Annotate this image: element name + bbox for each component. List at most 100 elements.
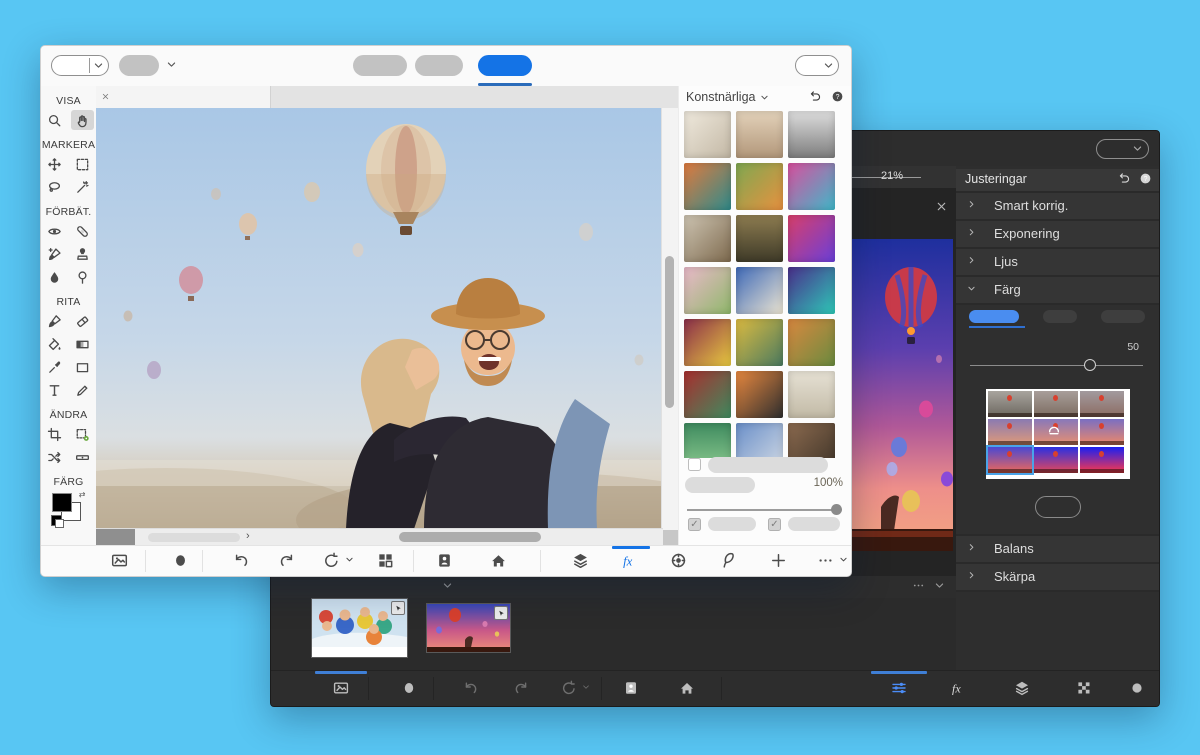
mode-tab-3[interactable] — [478, 55, 532, 76]
vertical-scroll-thumb[interactable] — [665, 256, 674, 408]
mode-tab-2[interactable] — [415, 55, 463, 76]
graphics-icon[interactable] — [720, 552, 737, 569]
swap-colors-icon[interactable]: ⇄ — [79, 490, 86, 499]
adjustment-section-exponering[interactable]: Exponering — [956, 221, 1159, 249]
variation-1[interactable] — [988, 391, 1032, 417]
variation-3[interactable] — [1080, 391, 1124, 417]
sponge-tool[interactable] — [71, 267, 94, 287]
filter-thumb-great-wave[interactable] — [736, 267, 783, 314]
close-image-icon[interactable] — [935, 200, 948, 218]
home-icon[interactable] — [679, 680, 695, 696]
marquee-tool[interactable] — [71, 154, 94, 174]
document-tab[interactable] — [96, 86, 271, 108]
mode-tab-1[interactable] — [353, 55, 407, 76]
move-tool[interactable] — [43, 154, 66, 174]
variation-2[interactable] — [1034, 391, 1078, 417]
filter-thumb-cubist-collage[interactable] — [684, 215, 731, 262]
recompose-tool[interactable] — [71, 424, 94, 444]
tool-options-icon[interactable] — [401, 680, 417, 696]
home-icon[interactable] — [490, 552, 507, 569]
zoom-tool[interactable] — [43, 110, 66, 130]
more-icon[interactable] — [817, 552, 834, 569]
eyedropper-tool[interactable] — [43, 357, 66, 377]
photo-bin-icon[interactable] — [333, 680, 349, 696]
pencil-tool[interactable] — [71, 380, 94, 400]
horizontal-scroll-thumb[interactable] — [399, 532, 541, 542]
help-icon[interactable]: ? — [1139, 172, 1152, 190]
undo-icon[interactable] — [463, 680, 479, 696]
rotate-chevron-icon[interactable] — [581, 682, 591, 692]
magic-wand-tool[interactable] — [71, 177, 94, 197]
farg-tab-3[interactable] — [1101, 310, 1145, 323]
open-dropdown[interactable] — [795, 55, 839, 76]
farg-slider[interactable] — [970, 365, 1143, 367]
filter-thumb-figure-abstract[interactable] — [736, 371, 783, 418]
filter-thumb-faint-sketch[interactable] — [788, 371, 835, 418]
content-move-tool[interactable] — [43, 447, 66, 467]
chevron-down-icon[interactable] — [165, 58, 178, 76]
adjustments-icon[interactable] — [891, 680, 907, 696]
filters-panel-title[interactable]: Konstnärliga — [686, 90, 770, 104]
blur-tool[interactable] — [43, 267, 66, 287]
filter-thumb-pastel-village[interactable] — [684, 267, 731, 314]
reset-rotate-icon[interactable] — [561, 680, 577, 696]
organizer-icon[interactable] — [436, 552, 453, 569]
filter-thumb-portrait-sketch[interactable] — [684, 111, 731, 158]
variation-6[interactable] — [1080, 419, 1124, 445]
reset-rotate-icon[interactable] — [323, 552, 340, 569]
view-dropdown[interactable] — [119, 55, 159, 76]
mask-checkbox[interactable]: ✓ — [768, 518, 781, 531]
filter-thumb-abstract-teal[interactable] — [788, 267, 835, 314]
color-swatches[interactable]: ⇄ — [50, 490, 87, 528]
open-dropdown[interactable] — [1096, 139, 1149, 159]
mini-default-swatches[interactable] — [50, 515, 64, 528]
opacity-slider[interactable] — [687, 509, 839, 511]
preview-checkbox[interactable]: ✓ — [688, 518, 701, 531]
filter-thumb-starry-swirl[interactable] — [736, 423, 783, 458]
help-icon[interactable]: ? — [831, 90, 844, 108]
farg-action-button[interactable] — [1035, 496, 1081, 518]
filter-option-checkbox[interactable] — [688, 458, 701, 471]
texture-icon[interactable] — [1076, 680, 1092, 696]
farg-slider-handle[interactable] — [1084, 359, 1096, 371]
red-eye-tool[interactable] — [43, 221, 66, 241]
fx-icon[interactable]: fx — [622, 552, 639, 569]
redo-icon[interactable] — [278, 552, 295, 569]
add-icon[interactable] — [770, 552, 787, 569]
filters-icon[interactable] — [670, 552, 687, 569]
filter-thumb-night-cafe[interactable] — [684, 371, 731, 418]
more-chevron-icon[interactable] — [838, 554, 849, 565]
bin-more-icon[interactable] — [912, 579, 925, 597]
variation-8[interactable] — [1034, 447, 1078, 473]
balloon-sunset-thumbnail[interactable] — [426, 603, 511, 653]
tool-options-icon[interactable] — [172, 552, 189, 569]
organizer-icon[interactable] — [623, 680, 639, 696]
layers-icon[interactable] — [1014, 680, 1030, 696]
straighten-tool[interactable] — [71, 447, 94, 467]
scroll-right-icon[interactable]: › — [246, 530, 250, 542]
photo-bin-icon[interactable] — [111, 552, 128, 569]
redo-icon[interactable] — [513, 680, 529, 696]
adjustment-section-f-rg[interactable]: Färg — [956, 277, 1159, 305]
crop-tool[interactable] — [43, 424, 66, 444]
gradient-tool[interactable] — [71, 334, 94, 354]
paint-bucket-tool[interactable] — [43, 334, 66, 354]
hand-tool[interactable] — [71, 110, 94, 130]
filter-thumb-abstract-face[interactable] — [788, 163, 835, 210]
smart-brush-tool[interactable] — [43, 244, 66, 264]
filter-thumb-taj-mahal-sepia[interactable] — [736, 111, 783, 158]
front-canvas[interactable] — [96, 108, 663, 529]
adjustment-section-balans[interactable]: Balans — [956, 536, 1159, 564]
adjustment-section-ljus[interactable]: Ljus — [956, 249, 1159, 277]
variation-5[interactable] — [1034, 419, 1078, 445]
filter-thumb-pop-dog[interactable] — [684, 319, 731, 366]
filter-thumb-green-feathers[interactable] — [684, 423, 731, 458]
foreground-color-swatch[interactable] — [51, 493, 72, 512]
undo-icon[interactable] — [233, 552, 250, 569]
clone-stamp-tool[interactable] — [71, 244, 94, 264]
reset-rotate-chevron-icon[interactable] — [344, 554, 355, 565]
close-tab-icon[interactable] — [101, 88, 110, 106]
filter-thumb-mona-lisa[interactable] — [736, 215, 783, 262]
eraser-tool[interactable] — [71, 311, 94, 331]
adjustment-section-sk-rpa[interactable]: Skärpa — [956, 564, 1159, 592]
